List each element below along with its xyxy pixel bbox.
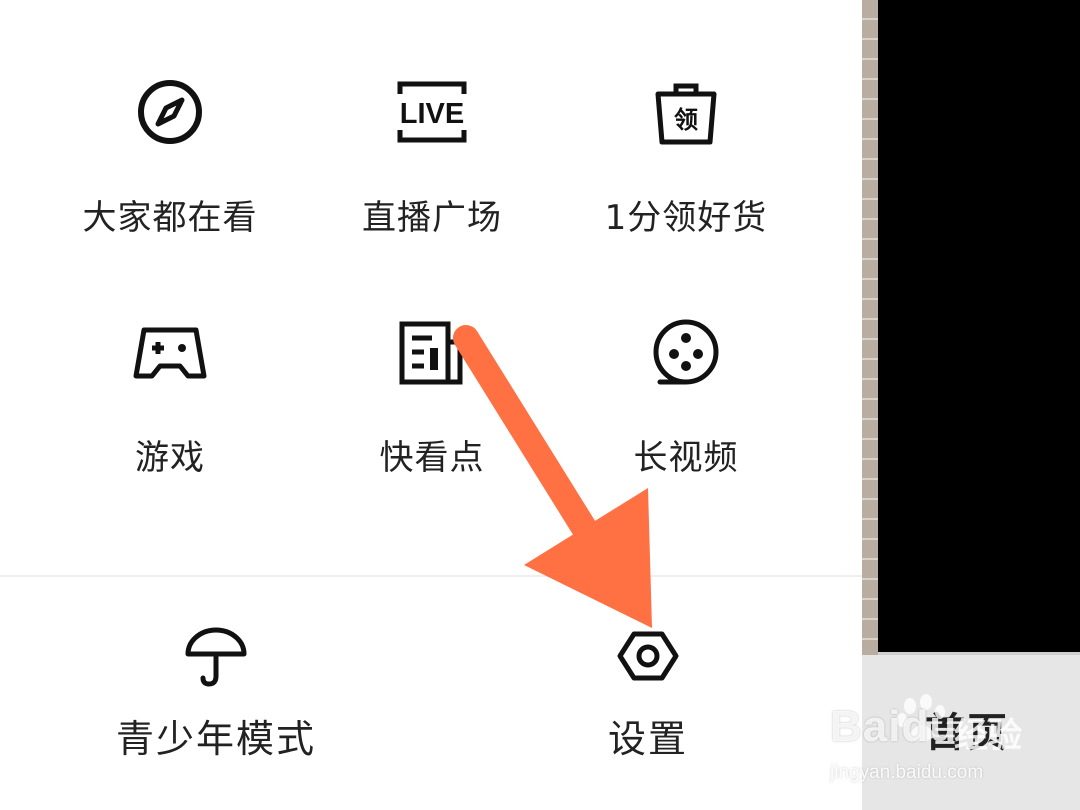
settings-button[interactable]: 设置	[498, 620, 798, 770]
menu-item-label: 大家都在看	[82, 198, 258, 238]
shopping-bag-icon: 领	[646, 72, 726, 152]
teen-mode-label: 青少年模式	[115, 717, 316, 761]
menu-item-games[interactable]: 游戏	[40, 312, 300, 512]
menu-item-live-plaza[interactable]: LIVE 直播广场	[302, 72, 562, 272]
live-icon: LIVE	[392, 72, 472, 152]
settings-label: 设置	[607, 717, 688, 761]
menu-item-label: 长视频	[633, 438, 739, 478]
menu-item-trending[interactable]: 大家都在看	[40, 72, 300, 272]
section-divider	[0, 575, 862, 577]
menu-item-label: 游戏	[135, 438, 205, 478]
svg-text:领: 领	[674, 106, 698, 134]
compass-icon	[130, 72, 210, 152]
menu-item-long-video[interactable]: 长视频	[556, 312, 816, 512]
svg-text:LIVE: LIVE	[400, 98, 464, 130]
menu-item-one-cent-deals[interactable]: 领 1分领好货	[556, 72, 816, 272]
news-icon	[392, 312, 472, 392]
menu-item-label: 直播广场	[362, 198, 502, 238]
side-menu-panel: 大家都在看 LIVE 直播广场 领 1分领好货 游戏 快看点 长视频 青少年模式…	[0, 0, 862, 810]
menu-item-label: 1分领好货	[604, 198, 768, 238]
menu-item-label: 快看点	[379, 438, 485, 478]
film-reel-icon	[646, 312, 726, 392]
settings-hex-icon	[612, 620, 684, 692]
teen-mode-button[interactable]: 青少年模式	[66, 620, 366, 770]
bottom-nav-home-tab[interactable]: 首页	[925, 700, 1009, 758]
menu-item-quick-look[interactable]: 快看点	[302, 312, 562, 512]
background-video-area[interactable]	[878, 0, 1080, 652]
gamepad-icon	[130, 312, 210, 392]
background-texture	[862, 0, 878, 655]
umbrella-icon	[180, 620, 252, 692]
